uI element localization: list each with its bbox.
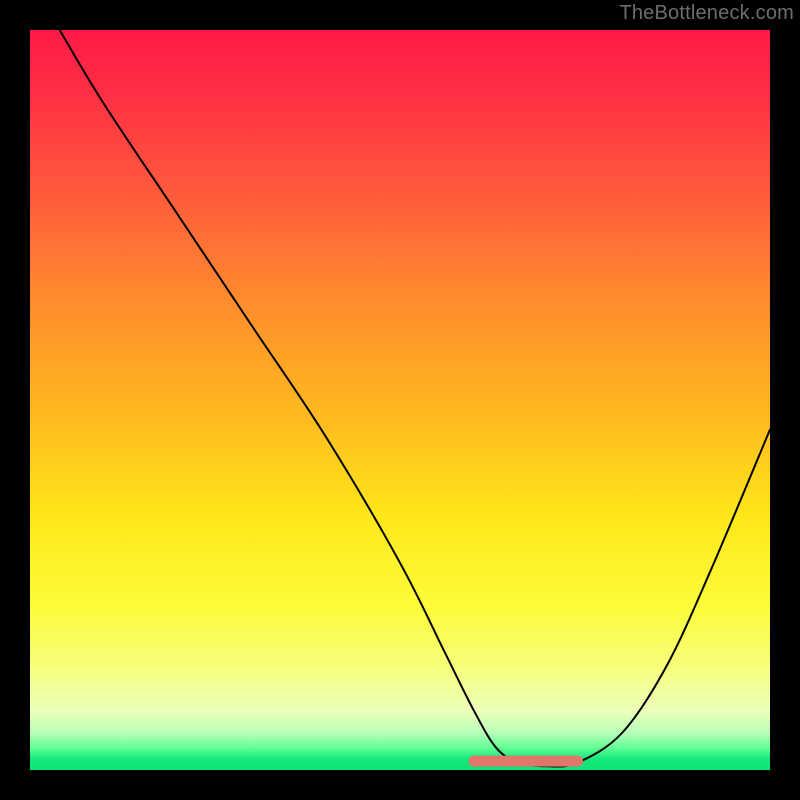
chart-svg xyxy=(30,30,770,770)
bottleneck-curve xyxy=(60,30,770,767)
watermark-text: TheBottleneck.com xyxy=(619,2,794,25)
chart-frame: TheBottleneck.com xyxy=(0,0,800,800)
plot-area xyxy=(30,30,770,770)
